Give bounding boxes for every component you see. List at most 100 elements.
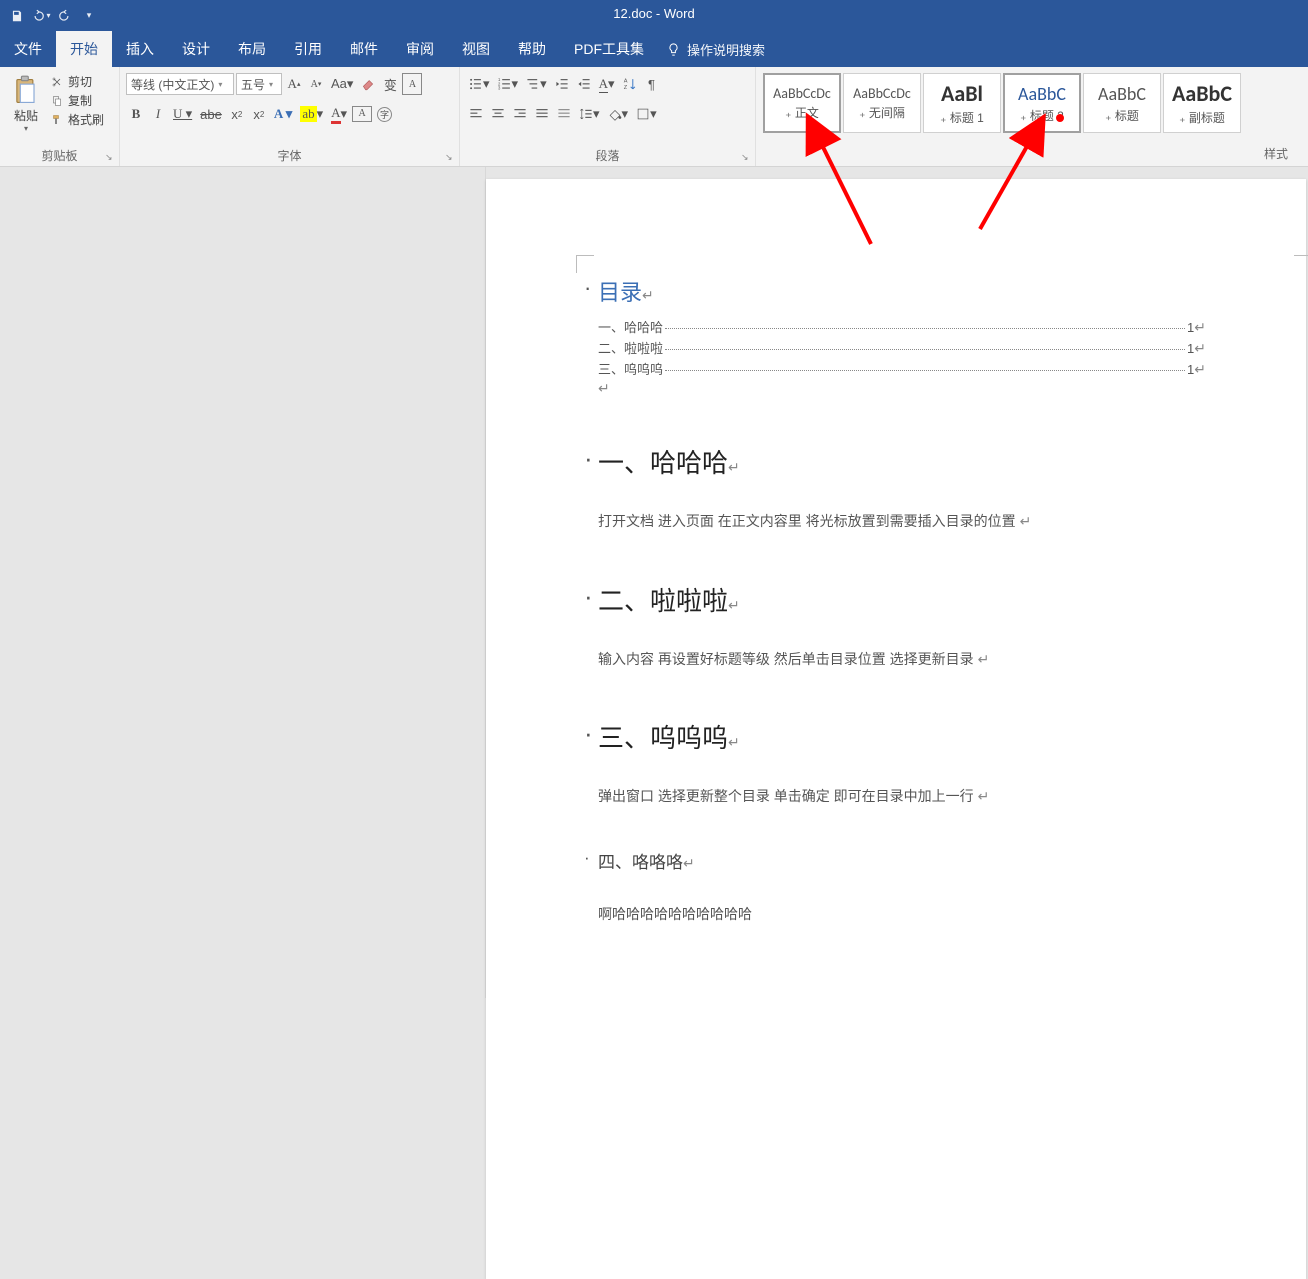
tab-insert[interactable]: 插入 [112, 31, 168, 67]
tab-mailings[interactable]: 邮件 [336, 31, 392, 67]
clear-formatting-button[interactable] [358, 73, 378, 95]
phonetic-guide-button[interactable]: 变 [380, 73, 400, 95]
save-icon [10, 9, 24, 23]
toc-title: 目录↵ [598, 275, 1206, 307]
numbering-button[interactable]: 123▾ [495, 73, 522, 95]
toc-entry[interactable]: 一、哈哈哈1↵ [598, 317, 1206, 336]
body-text: 弹出窗口 选择更新整个目录 单击确定 即可在目录中加上一行 ↵ [598, 783, 1206, 810]
strikethrough-button[interactable]: abe [197, 103, 225, 125]
qat-customize[interactable]: ▾ [78, 5, 100, 27]
paragraph-mark: ↵ [598, 380, 1206, 397]
group-label-font: 字体 [126, 147, 453, 166]
subscript-button[interactable]: x2 [227, 103, 247, 125]
italic-button[interactable]: I [148, 103, 168, 125]
distributed-button[interactable] [554, 103, 574, 125]
tab-view[interactable]: 视图 [448, 31, 504, 67]
table-of-contents: 一、哈哈哈1↵ 二、啦啦啦1↵ 三、呜呜呜1↵ [598, 317, 1206, 378]
style-card[interactable]: AaBbC₊ 标题 [1083, 73, 1161, 133]
heading: 一、哈哈哈↵ [598, 443, 1206, 480]
format-painter-button[interactable]: 格式刷 [50, 111, 104, 128]
text-effects-button[interactable]: A ▾ [271, 103, 295, 125]
align-center-button[interactable] [488, 103, 508, 125]
enclose-button[interactable]: 字 [374, 103, 395, 125]
save-button[interactable] [6, 5, 28, 27]
styles-gallery[interactable]: AaBbCcDc₊ 正文AaBbCcDc₊ 无间隔AaBl₊ 标题 1AaBbC… [762, 71, 1242, 137]
body-text: 啊哈哈哈哈哈哈哈哈哈哈 [598, 901, 1206, 928]
group-label-styles: 样式 [1264, 145, 1288, 164]
character-shading-button[interactable]: A [352, 106, 372, 122]
asian-layout-button[interactable]: A▾ [596, 73, 618, 95]
tab-pdf[interactable]: PDF工具集 [560, 31, 658, 67]
cut-button[interactable]: 剪切 [50, 73, 104, 90]
bold-button[interactable]: B [126, 103, 146, 125]
group-paragraph: ▾ 123▾ ▾ A▾ AZ ¶ ▾ ▾ ▾ 段落 ↘ [460, 67, 756, 166]
decrease-indent-button[interactable] [552, 73, 572, 95]
shrink-font-button[interactable]: A▾ [306, 73, 326, 95]
format-painter-icon [50, 114, 64, 126]
align-justify-button[interactable] [532, 103, 552, 125]
body-text: 打开文档 进入页面 在正文内容里 将光标放置到需要插入目录的位置 ↵ [598, 508, 1206, 535]
superscript-button[interactable]: x2 [249, 103, 269, 125]
increase-indent-button[interactable] [574, 73, 594, 95]
tab-help[interactable]: 帮助 [504, 31, 560, 67]
group-launcher-font[interactable]: ↘ [445, 152, 457, 164]
sort-button[interactable]: AZ [620, 73, 640, 95]
line-spacing-icon [579, 107, 593, 121]
toc-entry[interactable]: 二、啦啦啦1↵ [598, 338, 1206, 357]
show-marks-button[interactable]: ¶ [642, 73, 662, 95]
borders-button[interactable]: ▾ [633, 103, 660, 125]
list-bullet-icon [469, 77, 483, 91]
font-size-combo[interactable]: 五号 [236, 73, 282, 95]
style-card[interactable]: AaBbC₊ 副标题 [1163, 73, 1241, 133]
style-card[interactable]: AaBbCcDc₊ 无间隔 [843, 73, 921, 133]
copy-icon [50, 95, 64, 107]
font-color-button[interactable]: A▾ [328, 103, 350, 125]
style-card[interactable]: AaBl₊ 标题 1 [923, 73, 1001, 133]
group-font: 等线 (中文正文) 五号 A▴ A▾ Aa▾ 变 A B I U ▾ abe x… [120, 67, 460, 166]
tab-review[interactable]: 审阅 [392, 31, 448, 67]
quick-access-toolbar: ▾ ▾ [0, 5, 106, 27]
document-page[interactable]: 目录↵ 一、哈哈哈1↵ 二、啦啦啦1↵ 三、呜呜呜1↵ ↵ 一、哈哈哈↵ 打开文档 进… [486, 179, 1306, 1279]
heading: 三、呜呜呜↵ [598, 718, 1206, 755]
toc-entry[interactable]: 三、呜呜呜1↵ [598, 359, 1206, 378]
grow-font-button[interactable]: A▴ [284, 73, 304, 95]
enclose-characters-button[interactable]: A [402, 73, 422, 95]
bullets-button[interactable]: ▾ [466, 73, 493, 95]
tab-design[interactable]: 设计 [168, 31, 224, 67]
page-canvas[interactable]: 目录↵ 一、哈哈哈1↵ 二、啦啦啦1↵ 三、呜呜呜1↵ ↵ 一、哈哈哈↵ 打开文档 进… [486, 167, 1308, 998]
title-bar: ▾ ▾ 12.doc - Word [0, 0, 1308, 31]
indent-decrease-icon [555, 77, 569, 91]
list-multilevel-icon [526, 77, 540, 91]
group-launcher-clipboard[interactable]: ↘ [105, 152, 117, 164]
group-styles: AaBbCcDc₊ 正文AaBbCcDc₊ 无间隔AaBl₊ 标题 1AaBbC… [756, 67, 1308, 166]
style-card[interactable]: AaBbC₊ 标题 2 [1003, 73, 1081, 133]
change-case-button[interactable]: Aa▾ [328, 73, 356, 95]
line-spacing-button[interactable]: ▾ [576, 103, 603, 125]
paste-button[interactable]: 粘贴 ▾ [6, 71, 46, 133]
tell-me-placeholder: 操作说明搜索 [687, 40, 765, 59]
paint-bucket-icon [608, 107, 622, 121]
work-area: 目录↵ 一、哈哈哈1↵ 二、啦啦啦1↵ 三、呜呜呜1↵ ↵ 一、哈哈哈↵ 打开文档 进… [0, 167, 1308, 998]
tell-me-search[interactable]: 操作说明搜索 [658, 31, 765, 67]
group-launcher-paragraph[interactable]: ↘ [741, 152, 753, 164]
undo-button[interactable]: ▾ [30, 5, 52, 27]
multilevel-button[interactable]: ▾ [523, 73, 550, 95]
align-left-button[interactable] [466, 103, 486, 125]
tab-file[interactable]: 文件 [0, 31, 56, 67]
highlight-button[interactable]: ab▾ [297, 103, 326, 125]
shading-button[interactable]: ▾ [605, 103, 632, 125]
underline-button[interactable]: U ▾ [170, 103, 195, 125]
undo-icon [31, 9, 45, 23]
align-distribute-icon [557, 107, 571, 121]
tab-layout[interactable]: 布局 [224, 31, 280, 67]
heading: 二、啦啦啦↵ [598, 581, 1206, 618]
tab-home[interactable]: 开始 [56, 31, 112, 67]
border-icon [636, 107, 650, 121]
font-name-combo[interactable]: 等线 (中文正文) [126, 73, 234, 95]
tab-references[interactable]: 引用 [280, 31, 336, 67]
align-right-button[interactable] [510, 103, 530, 125]
redo-button[interactable] [54, 5, 76, 27]
copy-button[interactable]: 复制 [50, 92, 104, 109]
style-card[interactable]: AaBbCcDc₊ 正文 [763, 73, 841, 133]
indent-increase-icon [577, 77, 591, 91]
